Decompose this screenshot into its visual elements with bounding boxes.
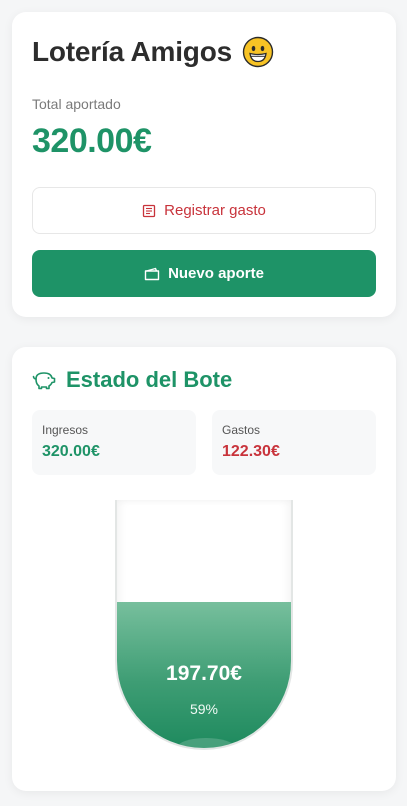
- income-stat: Ingresos 320.00€: [32, 410, 196, 475]
- income-value: 320.00€: [42, 443, 100, 460]
- grinning-face-icon: [242, 36, 274, 68]
- pot-jar: 197.70€ 59%: [115, 500, 293, 750]
- expenses-label: Gastos: [222, 423, 261, 437]
- receipt-icon: [142, 204, 156, 217]
- total-label: Total aportado: [32, 96, 121, 112]
- pot-balance: 197.70€: [166, 662, 242, 685]
- pot-header: Estado del Bote: [32, 367, 232, 393]
- new-contribution-button[interactable]: Nuevo aporte: [32, 250, 376, 297]
- wallet-icon: [144, 267, 160, 280]
- register-expense-label: Registrar gasto: [164, 202, 266, 219]
- pot-title: Estado del Bote: [66, 367, 233, 392]
- expenses-stat: Gastos 122.30€: [212, 410, 376, 475]
- piggy-bank-icon: [32, 372, 56, 390]
- title-row: Lotería Amigos: [32, 36, 274, 68]
- pot-status-card: Estado del Bote Ingresos 320.00€ Gastos …: [12, 347, 396, 791]
- summary-card: Lotería Amigos Total aportado 320.00€ Re…: [12, 12, 396, 317]
- expenses-value: 122.30€: [222, 443, 280, 460]
- page-title: Lotería Amigos: [32, 36, 232, 67]
- register-expense-button[interactable]: Registrar gasto: [32, 187, 376, 234]
- total-value: 320.00€: [32, 122, 152, 160]
- new-contribution-label: Nuevo aporte: [168, 265, 264, 282]
- income-label: Ingresos: [42, 423, 89, 437]
- pot-percent: 59%: [189, 701, 219, 717]
- fill-highlight: [177, 738, 235, 748]
